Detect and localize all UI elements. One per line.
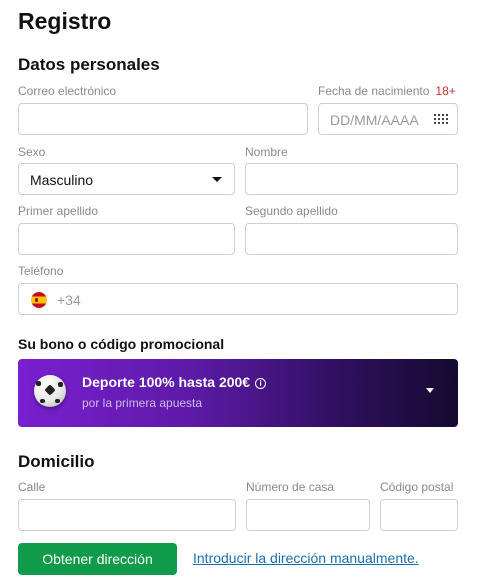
promo-title-text: Deporte 100% hasta 200€ [82, 374, 251, 390]
promo-title: Deporte 100% hasta 200€ i [82, 374, 267, 390]
age-requirement-badge: 18+ [435, 84, 456, 98]
birthdate-label: Fecha de nacimiento 18+ [318, 84, 456, 98]
promo-bonus-select[interactable]: Deporte 100% hasta 200€ i por la primera … [18, 359, 458, 427]
postal-code-field[interactable] [380, 499, 458, 531]
promo-heading: Su bono o código promocional [18, 336, 225, 352]
page-title: Registro [18, 8, 112, 34]
calendar-grid-icon[interactable] [434, 114, 448, 126]
phone-label: Teléfono [18, 264, 64, 278]
house-number-field[interactable] [246, 499, 370, 531]
address-heading: Domicilio [18, 452, 95, 471]
first-surname-label: Primer apellido [18, 204, 99, 218]
street-label: Calle [18, 480, 46, 494]
birthdate-placeholder: DD/MM/AAAA [330, 112, 419, 128]
manual-address-link[interactable]: Introducir la dirección manualmente. [193, 550, 419, 566]
email-field[interactable] [18, 103, 308, 135]
sex-label: Sexo [18, 145, 46, 159]
first-surname-field[interactable] [18, 223, 235, 255]
promo-subtitle: por la primera apuesta [82, 396, 203, 410]
birthdate-label-text: Fecha de nacimiento [318, 84, 430, 98]
spain-flag-icon [31, 292, 47, 308]
name-field[interactable] [245, 163, 458, 195]
second-surname-label: Segundo apellido [245, 204, 338, 218]
personal-data-heading: Datos personales [18, 55, 160, 74]
phone-prefix: +34 [57, 292, 81, 308]
get-address-button[interactable]: Obtener dirección [18, 543, 177, 575]
sex-select[interactable]: Masculino [18, 163, 235, 195]
info-icon[interactable]: i [255, 378, 267, 389]
street-field[interactable] [18, 499, 236, 531]
caret-down-icon[interactable] [426, 388, 434, 393]
phone-field[interactable]: +34 [18, 283, 458, 315]
postal-code-label: Código postal [380, 480, 454, 494]
second-surname-field[interactable] [245, 223, 458, 255]
name-label: Nombre [245, 145, 288, 159]
sex-selected-value: Masculino [30, 172, 94, 188]
house-number-label: Número de casa [246, 480, 335, 494]
soccer-ball-icon [34, 375, 66, 407]
caret-down-icon [212, 177, 222, 182]
birthdate-field[interactable]: DD/MM/AAAA [318, 103, 458, 135]
email-label: Correo electrónico [18, 84, 117, 98]
